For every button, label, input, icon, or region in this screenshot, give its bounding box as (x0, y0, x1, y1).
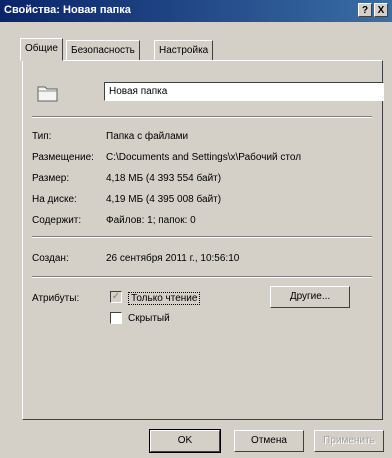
separator (32, 116, 372, 118)
location-label: Размещение: (32, 152, 94, 163)
title-bar: Свойства: Новая папка ? X (0, 0, 392, 22)
readonly-checkbox[interactable]: ✓ (110, 291, 122, 303)
separator (32, 276, 372, 278)
folder-icon (36, 82, 60, 104)
size-label: Размер: (32, 173, 70, 184)
type-label: Тип: (32, 131, 52, 142)
close-button[interactable]: X (374, 3, 388, 17)
attributes-label: Атрибуты: (32, 293, 80, 304)
type-value: Папка с файлами (106, 131, 189, 142)
separator (32, 236, 372, 238)
created-value: 26 сентября 2011 г., 10:56:10 (106, 253, 240, 264)
disk-size-value: 4,19 МБ (4 395 008 байт) (106, 194, 222, 205)
cancel-button[interactable]: Отмена (234, 430, 304, 452)
apply-button[interactable]: Применить (314, 430, 384, 452)
contains-value: Файлов: 1; папок: 0 (106, 215, 196, 226)
location-value: C:\Documents and Settings\x\Рабочий стол (106, 152, 302, 163)
created-label: Создан: (32, 253, 69, 264)
window-title: Свойства: Новая папка (4, 4, 131, 16)
ok-button[interactable]: OK (149, 429, 221, 453)
contains-label: Содержит: (32, 215, 82, 226)
disk-size-label: На диске: (32, 194, 77, 205)
readonly-label: Только чтение (128, 292, 201, 305)
hidden-checkbox[interactable] (110, 312, 122, 324)
size-value: 4,18 МБ (4 393 554 байт) (106, 173, 222, 184)
hidden-label: Скрытый (128, 313, 170, 324)
tab-security[interactable]: Безопасность (66, 40, 140, 60)
tab-general[interactable]: Общие (20, 38, 63, 61)
help-button[interactable]: ? (358, 3, 372, 17)
folder-name-input[interactable]: Новая папка (104, 82, 384, 101)
other-attributes-button[interactable]: Другие... (270, 286, 350, 308)
general-panel (22, 60, 383, 420)
tab-customize[interactable]: Настройка (154, 40, 214, 60)
